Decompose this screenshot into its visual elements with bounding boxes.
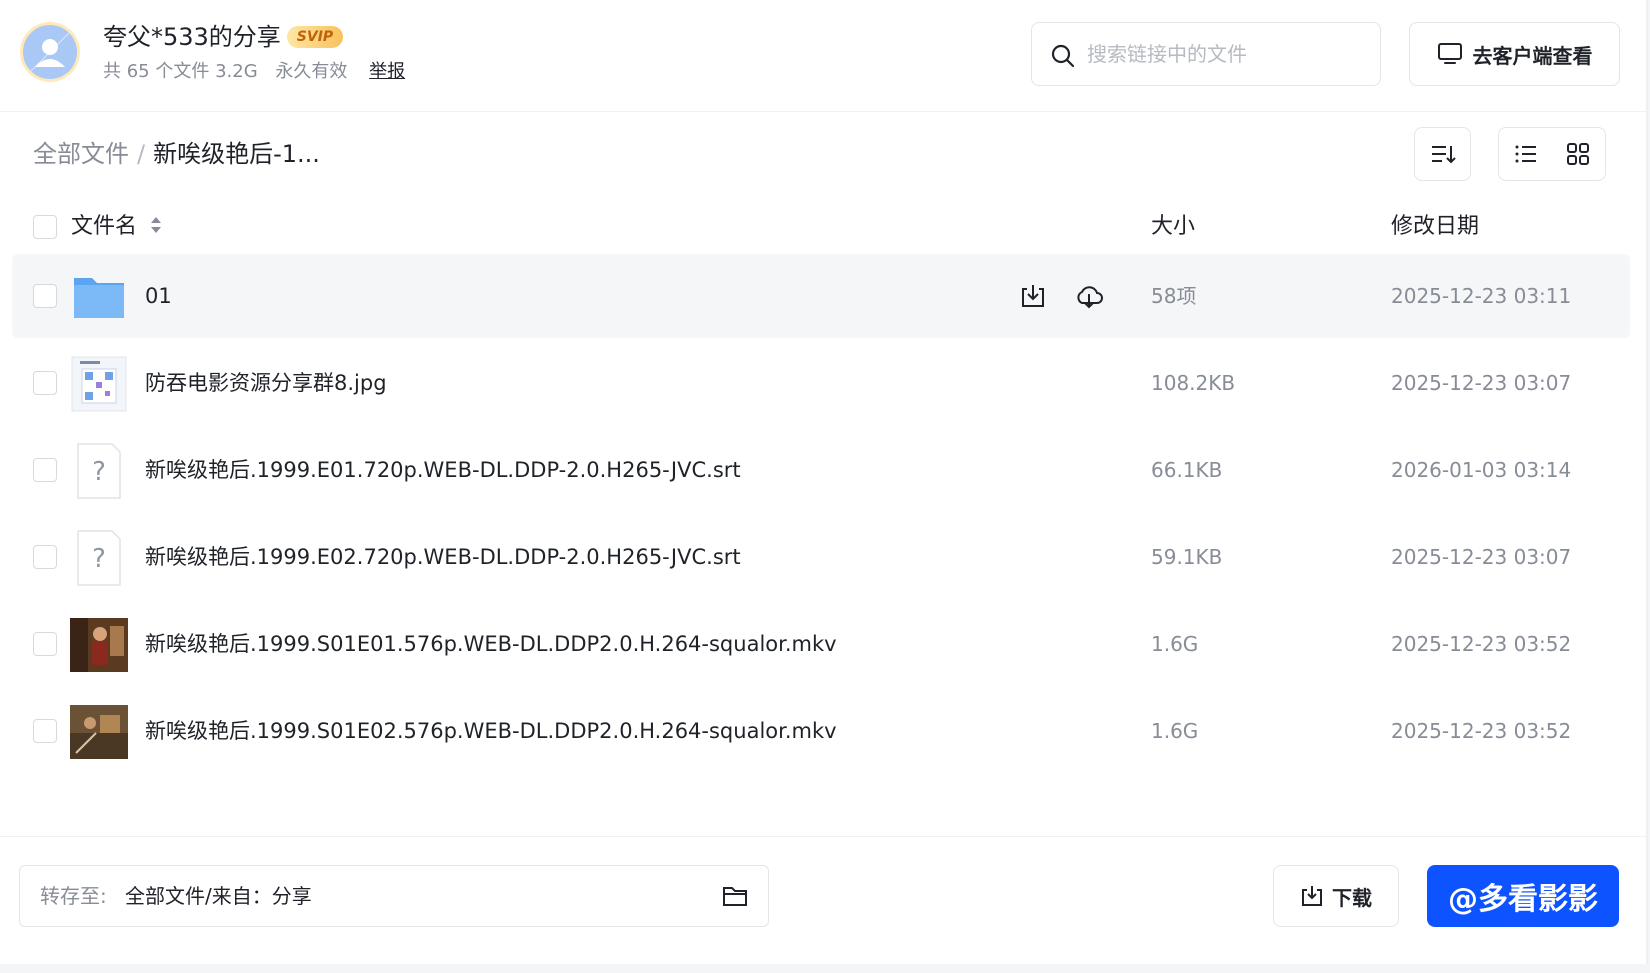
- search-box[interactable]: [1031, 22, 1381, 86]
- file-name[interactable]: 防吞电影资源分享群8.jpg: [145, 368, 387, 398]
- footer-bar: 转存至: 全部文件/来自：分享 下载 @多看影影: [0, 836, 1648, 964]
- image-thumbnail: [71, 356, 127, 412]
- unknown-file-icon: ?: [77, 443, 121, 499]
- file-date: 2025-12-23 03:52: [1391, 719, 1572, 743]
- row-checkbox[interactable]: [33, 284, 57, 308]
- file-name[interactable]: 新唉级艳后.1999.E01.720p.WEB-DL.DDP-2.0.H265-…: [145, 455, 741, 485]
- file-date: 2025-12-23 03:07: [1391, 545, 1572, 569]
- file-size: 66.1KB: [1151, 458, 1223, 482]
- table-row[interactable]: 新唉级艳后.1999.S01E01.576p.WEB-DL.DDP2.0.H.2…: [12, 602, 1630, 686]
- file-date: 2025-12-23 03:07: [1391, 371, 1572, 395]
- svg-text:?: ?: [92, 544, 106, 574]
- download-label: 下载: [1332, 885, 1372, 910]
- svip-badge: SVIP: [287, 26, 343, 48]
- save-to-drive-button[interactable]: @多看影影: [1427, 865, 1619, 927]
- row-checkbox[interactable]: [33, 632, 57, 656]
- open-client-button[interactable]: 去客户端查看: [1409, 22, 1620, 86]
- folder-outline-icon[interactable]: [722, 885, 748, 907]
- column-date-header[interactable]: 修改日期: [1391, 212, 1479, 242]
- row-checkbox[interactable]: [33, 545, 57, 569]
- share-page: 夸父*533的分享 SVIP 共 65 个文件 3.2G 永久有效 举报 去客户…: [0, 0, 1648, 964]
- row-checkbox[interactable]: [33, 371, 57, 395]
- sort-arrows-icon: [151, 217, 162, 233]
- file-name[interactable]: 新唉级艳后.1999.S01E02.576p.WEB-DL.DDP2.0.H.2…: [145, 716, 837, 746]
- table-row[interactable]: 新唉级艳后.1999.S01E02.576p.WEB-DL.DDP2.0.H.2…: [12, 689, 1630, 773]
- search-input[interactable]: [1087, 35, 1367, 73]
- file-count: 共 65 个文件 3.2G: [103, 61, 258, 82]
- file-name[interactable]: 新唉级艳后.1999.E02.720p.WEB-DL.DDP-2.0.H265-…: [145, 542, 741, 572]
- sort-icon: [1431, 146, 1456, 164]
- validity: 永久有效: [275, 61, 348, 82]
- table-row[interactable]: 01 58项 2025-12-23 03:11: [12, 254, 1630, 338]
- video-thumbnail: [70, 705, 128, 759]
- file-size: 1.6G: [1151, 719, 1199, 743]
- share-header: 夸父*533的分享 SVIP 共 65 个文件 3.2G 永久有效 举报 去客户…: [0, 0, 1648, 112]
- table-row[interactable]: ? 新唉级艳后.1999.E01.720p.WEB-DL.DDP-2.0.H26…: [12, 428, 1630, 512]
- svg-text:?: ?: [92, 457, 106, 487]
- file-size: 108.2KB: [1151, 371, 1236, 395]
- file-date: 2026-01-03 03:14: [1391, 458, 1572, 482]
- save-destination-field[interactable]: 转存至: 全部文件/来自：分享: [19, 865, 769, 927]
- table-row[interactable]: ? 新唉级艳后.1999.E02.720p.WEB-DL.DDP-2.0.H26…: [12, 515, 1630, 599]
- share-meta: 共 65 个文件 3.2G 永久有效 举报: [103, 60, 417, 84]
- search-icon: [1051, 44, 1075, 68]
- file-size: 59.1KB: [1151, 545, 1223, 569]
- row-checkbox[interactable]: [33, 458, 57, 482]
- unknown-file-icon: ?: [77, 530, 121, 586]
- cloud-save-icon: [1077, 286, 1103, 309]
- user-icon: [26, 28, 74, 76]
- select-all-checkbox[interactable]: [33, 215, 57, 239]
- row-checkbox[interactable]: [33, 719, 57, 743]
- download-row-button[interactable]: [1017, 280, 1049, 312]
- list-view-icon: [1515, 145, 1536, 163]
- breadcrumb-separator: /: [137, 140, 146, 168]
- breadcrumb: 全部文件 / 新唉级艳后-1...: [33, 138, 320, 170]
- file-date: 2025-12-23 03:11: [1391, 284, 1572, 308]
- download-icon: [1302, 886, 1322, 906]
- column-name-header[interactable]: 文件名: [71, 212, 162, 242]
- download-button[interactable]: 下载: [1273, 865, 1399, 927]
- breadcrumb-root[interactable]: 全部文件: [33, 140, 129, 168]
- folder-icon: [74, 278, 124, 318]
- report-link[interactable]: 举报: [369, 61, 405, 82]
- list-view-button[interactable]: [1500, 128, 1552, 180]
- grid-view-button[interactable]: [1552, 128, 1604, 180]
- view-toggle: [1498, 127, 1606, 181]
- file-size: 58项: [1151, 284, 1197, 308]
- file-name[interactable]: 01: [145, 281, 172, 311]
- file-name[interactable]: 新唉级艳后.1999.S01E01.576p.WEB-DL.DDP2.0.H.2…: [145, 629, 837, 659]
- download-icon: [1022, 285, 1044, 307]
- table-row[interactable]: 防吞电影资源分享群8.jpg 108.2KB 2025-12-23 03:07: [12, 341, 1630, 425]
- column-name-label: 文件名: [71, 214, 138, 239]
- file-size: 1.6G: [1151, 632, 1199, 656]
- destination-label: 转存至:: [40, 884, 107, 908]
- save-to-cloud-button[interactable]: [1073, 280, 1105, 312]
- grid-view-icon: [1567, 143, 1589, 165]
- monitor-icon: [1437, 43, 1462, 64]
- avatar: [20, 22, 80, 82]
- open-client-label: 去客户端查看: [1472, 43, 1593, 68]
- table-header: 文件名 大小 修改日期: [12, 206, 1630, 252]
- file-date: 2025-12-23 03:52: [1391, 632, 1572, 656]
- column-size-header: 大小: [1151, 214, 1196, 239]
- destination-path: 全部文件/来自：分享: [125, 884, 312, 908]
- sort-button[interactable]: [1414, 127, 1471, 181]
- breadcrumb-current: 新唉级艳后-1...: [153, 140, 320, 168]
- video-thumbnail: [70, 618, 128, 672]
- share-title: 夸父*533的分享: [103, 23, 281, 51]
